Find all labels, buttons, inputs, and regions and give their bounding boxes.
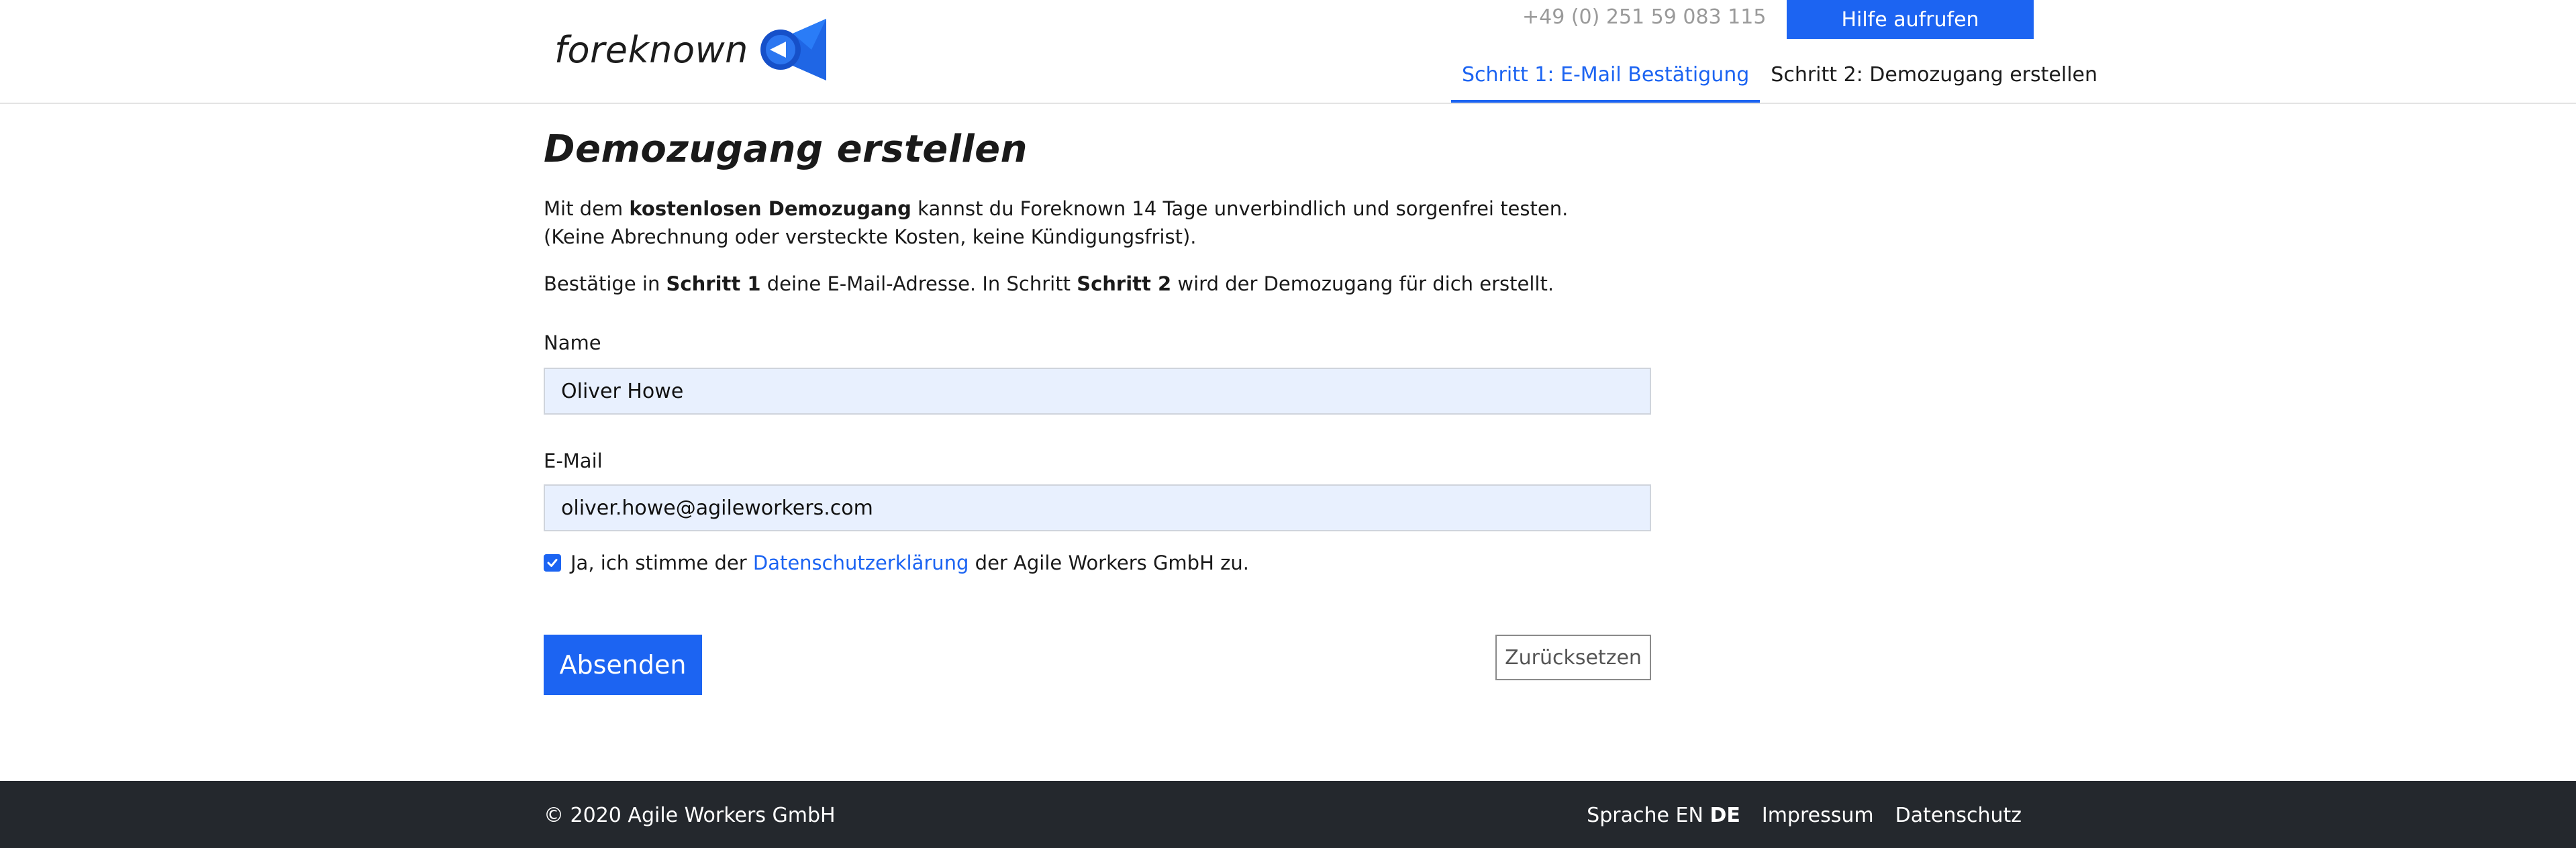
lang-en-link[interactable]: EN	[1676, 804, 1703, 827]
site-header: foreknown +49 (0) 251 59 083 115 Hilfe a…	[0, 0, 2576, 104]
lang-de-link[interactable]: DE	[1710, 804, 1740, 827]
intro-note: (Keine Abrechnung oder versteckte Kosten…	[544, 225, 1197, 248]
consent-row: Ja, ich stimme der Datenschutzerklärung …	[544, 551, 1249, 574]
steps-bold: Schritt 1	[666, 272, 761, 295]
intro-text-part: kannst du Foreknown 14 Tage unverbindlic…	[911, 197, 1569, 220]
steps-text-part: Bestätige in	[544, 272, 666, 295]
logo-text: foreknown	[554, 28, 748, 71]
consent-text: Ja, ich stimme der	[571, 551, 753, 574]
intro-text: Mit dem kostenlosen Demozugang kannst du…	[544, 195, 1568, 251]
tab-step-2[interactable]: Schritt 2: Demozugang erstellen	[1760, 58, 2108, 103]
footer-links: Sprache EN DE Impressum Datenschutz	[1565, 804, 2022, 827]
checkmark-icon	[547, 559, 558, 567]
datenschutz-link[interactable]: Datenschutz	[1895, 804, 2022, 827]
step-tabs: Schritt 1: E-Mail Bestätigung Schritt 2:…	[1451, 58, 2108, 103]
name-label: Name	[544, 331, 601, 354]
consent-checkbox[interactable]	[544, 554, 561, 572]
main-content: Demozugang erstellen Mit dem kostenlosen…	[544, 127, 1651, 695]
language-label: Sprache	[1587, 804, 1669, 827]
intro-text-part: Mit dem	[544, 197, 630, 220]
reset-button[interactable]: Zurücksetzen	[1495, 635, 1651, 680]
phone-number[interactable]: +49 (0) 251 59 083 115	[1522, 5, 1766, 29]
tab-step-1[interactable]: Schritt 1: E-Mail Bestätigung	[1451, 58, 1761, 103]
steps-text-part: wird der Demozugang für dich erstellt.	[1171, 272, 1554, 295]
steps-bold: Schritt 2	[1077, 272, 1172, 295]
logo-mark-icon	[760, 19, 826, 81]
submit-button[interactable]: Absenden	[544, 635, 702, 695]
logo[interactable]: foreknown	[554, 19, 826, 81]
page-title: Demozugang erstellen	[544, 127, 1028, 171]
language-switcher: Sprache EN DE	[1587, 804, 1740, 827]
steps-explanation: Bestätige in Schritt 1 deine E-Mail-Adre…	[544, 270, 1554, 298]
name-field[interactable]	[544, 368, 1651, 415]
help-button[interactable]: Hilfe aufrufen	[1787, 0, 2034, 39]
site-footer: © 2020 Agile Workers GmbH Sprache EN DE …	[0, 781, 2576, 848]
privacy-policy-link[interactable]: Datenschutzerklärung	[753, 551, 969, 574]
email-label: E-Mail	[544, 449, 603, 472]
email-field[interactable]	[544, 484, 1651, 531]
copyright: © 2020 Agile Workers GmbH	[544, 804, 836, 827]
consent-text-suffix: der Agile Workers GmbH zu.	[969, 551, 1249, 574]
impressum-link[interactable]: Impressum	[1762, 804, 1874, 827]
intro-bold: kostenlosen Demozugang	[629, 197, 911, 220]
steps-text-part: deine E-Mail-Adresse. In Schritt	[760, 272, 1077, 295]
